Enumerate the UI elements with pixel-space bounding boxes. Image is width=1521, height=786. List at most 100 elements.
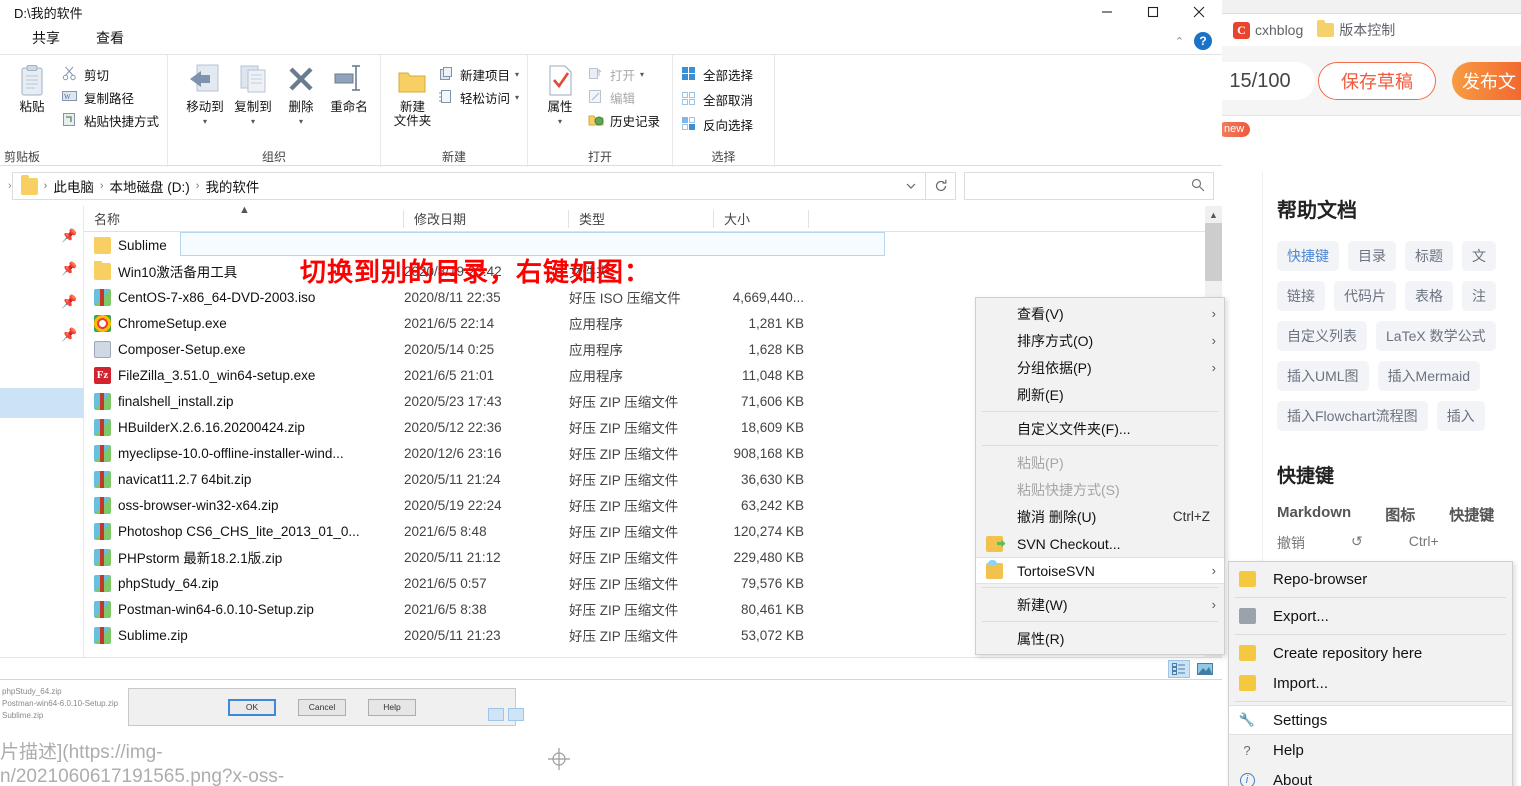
column-type[interactable]: 类型 [569, 206, 714, 232]
cut-button[interactable]: 剪切 [62, 65, 159, 84]
chevron-down-icon[interactable]: ▾ [640, 70, 644, 79]
settings-wrench-icon: 🔧 [1238, 712, 1256, 727]
chevron-down-icon[interactable]: ▾ [299, 117, 303, 126]
help-button[interactable]: Help [368, 698, 416, 716]
menu-item-settings[interactable]: 🔧 Settings [1229, 705, 1512, 735]
chevron-down-icon[interactable]: ▾ [203, 117, 207, 126]
tag-code-snippet[interactable]: 代码片 [1334, 281, 1396, 311]
tag-insert-uml[interactable]: 插入UML图 [1277, 361, 1369, 391]
search-input[interactable] [964, 172, 1214, 200]
zip-icon [94, 392, 111, 410]
menu-item-v[interactable]: 查看(V) › [976, 300, 1224, 327]
help-icon: ? [1243, 742, 1251, 758]
help-icon[interactable]: ? [1194, 32, 1212, 50]
column-size[interactable]: 大小 [714, 206, 809, 232]
menu-item-import[interactable]: Import... [1229, 668, 1512, 698]
bookmark-cxhblog[interactable]: C cxhblog [1233, 21, 1303, 39]
tag-insert-flowchart[interactable]: 插入Flowchart流程图 [1277, 401, 1428, 431]
large-icons-view-icon[interactable] [1194, 660, 1216, 678]
address-dropdown-button[interactable] [896, 172, 926, 200]
tag-shortcut-keys[interactable]: 快捷键 [1277, 241, 1339, 271]
scroll-up-arrow-icon[interactable]: ▲ [1205, 206, 1222, 223]
details-view-icon[interactable] [1168, 659, 1190, 678]
history-button[interactable]: 历史记录 [588, 111, 660, 130]
menu-item-create-repository-here[interactable]: Create repository here [1229, 638, 1512, 668]
ok-button[interactable]: OK [228, 698, 276, 716]
mini-icons-view-icon[interactable] [508, 708, 524, 721]
refresh-button[interactable] [926, 172, 956, 200]
tag-toc[interactable]: 目录 [1348, 241, 1396, 271]
delete-button[interactable]: 删除 ▾ [278, 63, 324, 127]
tab-view[interactable]: 查看 [78, 24, 142, 54]
zip-icon [94, 496, 111, 514]
menu-item-svn-checkout[interactable]: SVN Checkout... [976, 530, 1224, 557]
tag-custom-list[interactable]: 自定义列表 [1277, 321, 1367, 351]
tag-text[interactable]: 文 [1462, 241, 1496, 271]
new-folder-button[interactable]: 新建 文件夹 [393, 63, 432, 129]
collapse-ribbon-icon[interactable]: ⌃ [1175, 35, 1184, 48]
maximize-button[interactable] [1130, 0, 1176, 24]
move-to-button[interactable]: 移动到 ▾ [182, 63, 228, 127]
tag-insert-more[interactable]: 插入 [1436, 401, 1485, 431]
properties-button[interactable]: 属性 ▾ [538, 63, 582, 127]
minimize-button[interactable] [1084, 0, 1130, 24]
select-none-button[interactable]: 全部取消 [681, 90, 753, 109]
save-draft-button[interactable]: 保存草稿 [1318, 62, 1436, 100]
easy-access-button[interactable]: 轻松访问 ▾ [438, 88, 519, 107]
menu-item-o[interactable]: 排序方式(O) › [976, 327, 1224, 354]
menu-item-tortoisesvn[interactable]: TortoiseSVN › [976, 557, 1224, 584]
rename-button[interactable]: 重命名 [326, 63, 372, 114]
breadcrumb-my-software[interactable]: 我的软件 [205, 176, 259, 196]
chevron-down-icon[interactable]: ▾ [515, 70, 519, 79]
tag-table[interactable]: 表格 [1405, 281, 1453, 311]
publish-button[interactable]: 发布文 [1452, 62, 1521, 100]
mini-details-view-icon[interactable] [488, 708, 504, 721]
menu-item-repo-browser[interactable]: Repo-browser [1229, 564, 1512, 594]
menu-item-label: TortoiseSVN [1017, 562, 1095, 579]
tag-latex[interactable]: LaTeX 数学公式 [1376, 321, 1496, 351]
chevron-down-icon[interactable]: ▾ [251, 117, 255, 126]
nav-selected-item[interactable] [0, 388, 84, 418]
breadcrumb-local-disk-d[interactable]: 本地磁盘 (D:) [110, 176, 190, 196]
menu-item-about[interactable]: i About [1229, 765, 1512, 786]
edit-button[interactable]: 编辑 [588, 88, 660, 107]
file-type: 好压 ZIP 压缩文件 [569, 395, 679, 410]
tag-link[interactable]: 链接 [1277, 281, 1325, 311]
menu-item-help[interactable]: ? Help [1229, 735, 1512, 765]
menu-item-u[interactable]: 撤消 删除(U) Ctrl+Z [976, 503, 1224, 530]
tag-heading[interactable]: 标题 [1405, 241, 1453, 271]
chevron-down-icon[interactable]: ▾ [515, 93, 519, 102]
select-all-button[interactable]: 全部选择 [681, 65, 753, 84]
copy-path-button[interactable]: W 复制路径 [61, 88, 159, 107]
menu-item-e[interactable]: 刷新(E) [976, 381, 1224, 408]
bookmark-version-control[interactable]: 版本控制 [1317, 20, 1395, 40]
menu-item-f[interactable]: 自定义文件夹(F)... [976, 415, 1224, 442]
menu-item-w[interactable]: 新建(W) › [976, 591, 1224, 618]
menu-item-r[interactable]: 属性(R) [976, 625, 1224, 652]
scrollbar-thumb[interactable] [1205, 223, 1222, 281]
chevron-down-icon[interactable]: ▾ [558, 117, 562, 126]
paste-button[interactable]: 粘贴 [8, 63, 56, 114]
menu-item-label: About [1273, 771, 1313, 786]
open-button[interactable]: 打开 ▾ [588, 65, 660, 84]
tab-share[interactable]: 共享 [14, 24, 78, 54]
column-name[interactable]: 名称 ▲ [84, 204, 404, 232]
breadcrumb[interactable]: › 此电脑 › 本地磁盘 (D:) › 我的软件 [11, 172, 896, 200]
tag-insert-mermaid[interactable]: 插入Mermaid [1377, 361, 1481, 391]
table-row[interactable]: Win10激活备用工具 2020/8/19 23:42 文件夹 [84, 258, 1222, 284]
cancel-button[interactable]: Cancel [298, 698, 346, 716]
copy-to-button[interactable]: 复制到 ▾ [230, 63, 276, 127]
invert-selection-button[interactable]: 反向选择 [681, 115, 753, 134]
menu-item-export[interactable]: Export... [1229, 601, 1512, 631]
ribbon-right-controls: ⌃ ? [1175, 32, 1212, 50]
column-date[interactable]: 修改日期 [404, 206, 569, 232]
navigation-arrows: › [4, 180, 12, 192]
paste-shortcut-button[interactable]: 粘贴快捷方式 [62, 111, 159, 130]
menu-item-p[interactable]: 分组依据(P) › [976, 354, 1224, 381]
new-item-button[interactable]: 新建项目 ▾ [438, 65, 519, 84]
breadcrumb-separator: › [195, 180, 200, 192]
tag-note[interactable]: 注 [1462, 281, 1496, 311]
close-button[interactable] [1176, 0, 1222, 24]
file-size: 63,242 KB [740, 497, 804, 513]
breadcrumb-this-pc[interactable]: 此电脑 [53, 176, 94, 196]
